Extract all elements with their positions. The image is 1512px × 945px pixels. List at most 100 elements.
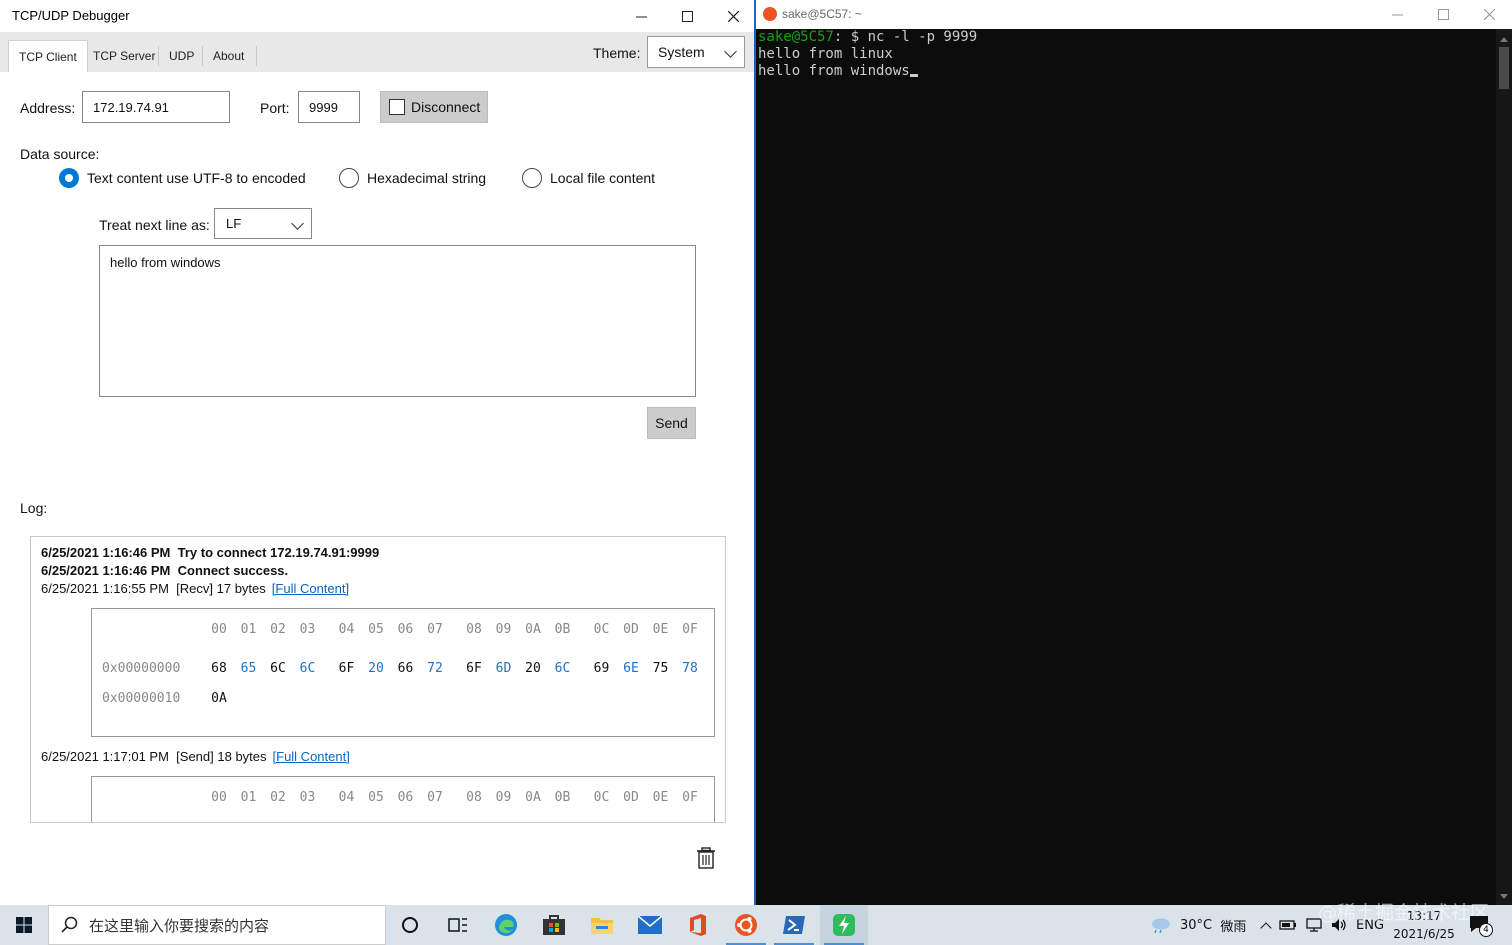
terminal-cursor <box>909 74 918 77</box>
hex-byte: 02 <box>270 790 286 805</box>
terminal-titlebar[interactable]: sake@5C57: ~ <box>756 0 1512 29</box>
battery-icon[interactable] <box>1279 919 1297 931</box>
lightning-app-icon <box>833 914 855 936</box>
taskbar-office[interactable] <box>674 905 722 945</box>
theme-value: System <box>658 44 705 60</box>
scroll-down-icon[interactable] <box>1500 894 1508 899</box>
disconnect-button[interactable]: Disconnect <box>380 91 488 123</box>
next-line-select[interactable]: LF <box>214 208 312 239</box>
hex-byte: 0F <box>682 622 698 637</box>
chevron-up-icon[interactable] <box>1260 921 1272 934</box>
task-view-button[interactable] <box>434 905 482 945</box>
hex-byte: 06 <box>397 790 414 805</box>
terminal-window[interactable]: sake@5C57: ~ sake@5C57: $ nc -l -p 9999 … <box>756 0 1512 905</box>
chevron-down-icon <box>724 45 737 58</box>
hex-byte: 07 <box>427 622 443 637</box>
radio-unselected-icon <box>339 168 359 188</box>
taskbar-powershell[interactable] <box>770 905 818 945</box>
port-label: Port: <box>260 100 290 116</box>
hex-byte: 0B <box>554 790 571 805</box>
maximize-icon <box>1437 9 1449 20</box>
terminal-close-button[interactable] <box>1466 0 1512 29</box>
tab-separator <box>256 46 257 66</box>
watermark: @稀土掘金技术社区 <box>1318 902 1490 924</box>
log-panel[interactable]: 6/25/2021 1:16:46 PM Try to connect 172.… <box>30 536 726 823</box>
tab-strip: TCP Client TCP Server UDP About <box>0 32 754 72</box>
theme-label: Theme: <box>593 45 641 61</box>
hex-byte: 0A <box>211 691 227 706</box>
tab-tcp-server[interactable]: TCP Server <box>83 40 165 72</box>
taskbar-ubuntu[interactable] <box>722 905 770 945</box>
hex-byte: 00 <box>211 790 227 805</box>
log-entry-recv: 6/25/2021 1:16:55 PM [Recv] 17 bytes [Ful… <box>41 581 350 596</box>
log-entry: 6/25/2021 1:16:46 PM Try to connect 172.… <box>41 545 380 560</box>
hex-byte: 0E <box>652 622 669 637</box>
app-title: TCP/UDP Debugger <box>12 8 130 23</box>
app-titlebar[interactable]: TCP/UDP Debugger <box>0 0 754 32</box>
hex-byte: 66 <box>397 661 414 676</box>
content-textarea[interactable]: hello from windows <box>99 245 696 397</box>
theme-select[interactable]: System <box>647 36 745 68</box>
search-icon <box>61 916 78 933</box>
scroll-up-icon[interactable] <box>1500 37 1508 42</box>
task-view-icon <box>448 918 467 932</box>
terminal-title: sake@5C57: ~ <box>782 7 862 21</box>
taskbar-search-box[interactable]: 在这里输入你要搜索的内容 <box>48 905 386 945</box>
edge-icon <box>495 914 517 936</box>
weather-widget[interactable]: 30°C 微雨 <box>1150 905 1246 945</box>
hex-byte: 0E <box>652 790 669 805</box>
hex-byte: 0C <box>593 790 610 805</box>
hex-byte: 04 <box>338 622 355 637</box>
hex-byte: 01 <box>240 790 257 805</box>
hex-byte: 0F <box>682 790 698 805</box>
ubuntu-icon <box>763 7 777 21</box>
maximize-icon <box>681 10 693 22</box>
tab-tcp-client[interactable]: TCP Client <box>8 40 88 72</box>
hex-byte: 06 <box>397 622 414 637</box>
hex-byte: 07 <box>427 790 443 805</box>
terminal-scrollbar[interactable] <box>1496 29 1512 905</box>
hex-byte: 00 <box>211 622 227 637</box>
radio-text-utf8[interactable] <box>59 168 79 188</box>
hex-byte: 0A <box>525 790 541 805</box>
close-button[interactable] <box>710 0 756 32</box>
minimize-button[interactable] <box>618 0 664 32</box>
taskbar-file-explorer[interactable] <box>578 905 626 945</box>
start-button[interactable] <box>0 905 48 945</box>
address-input[interactable]: 172.19.74.91 <box>82 91 230 123</box>
radio-text-utf8-label[interactable]: Text content use UTF-8 to encoded <box>87 170 306 186</box>
hex-byte: 0C <box>593 622 610 637</box>
send-button[interactable]: Send <box>647 407 696 439</box>
log-entry: 6/25/2021 1:16:46 PM Connect success. <box>41 563 289 578</box>
terminal-minimize-button[interactable] <box>1374 0 1420 29</box>
minimize-icon <box>635 16 647 17</box>
hex-byte: 09 <box>495 790 512 805</box>
search-placeholder: 在这里输入你要搜索的内容 <box>89 916 270 935</box>
full-content-link[interactable]: [Full Content] <box>272 581 349 596</box>
radio-hex-string-label[interactable]: Hexadecimal string <box>367 170 486 186</box>
hex-header-row: 00 01 02 03 04 05 06 07 08 09 0A 0B 0C 0D 0E 0F <box>92 790 714 808</box>
tab-about[interactable]: About <box>203 40 254 72</box>
taskbar-edge[interactable] <box>482 905 530 945</box>
taskbar-mail[interactable] <box>626 905 674 945</box>
hex-view-send: 00 01 02 03 04 05 06 07 08 09 0A 0B 0C 0D 0E 0F <box>91 776 715 822</box>
tab-udp[interactable]: UDP <box>159 40 204 72</box>
taskbar-tcp-debugger[interactable] <box>820 905 868 945</box>
taskbar-store[interactable] <box>530 905 578 945</box>
log-entry-send: 6/25/2021 1:17:01 PM [Send] 18 bytes [Ful… <box>41 749 350 764</box>
terminal-maximize-button[interactable] <box>1420 0 1466 29</box>
disconnect-label: Disconnect <box>411 99 481 115</box>
maximize-button[interactable] <box>664 0 710 32</box>
radio-hex-string[interactable] <box>339 168 359 188</box>
next-line-label: Treat next line as: <box>99 217 210 233</box>
notification-button[interactable]: 4 <box>1468 914 1494 937</box>
radio-local-file[interactable] <box>522 168 542 188</box>
radio-selected-icon <box>59 168 79 188</box>
port-input[interactable]: 9999 <box>298 91 360 123</box>
scroll-thumb[interactable] <box>1499 47 1509 89</box>
radio-local-file-label[interactable]: Local file content <box>550 170 655 186</box>
clear-log-button[interactable] <box>696 847 716 869</box>
minimize-icon <box>1391 14 1403 16</box>
cortana-button[interactable] <box>386 905 434 945</box>
full-content-link[interactable]: [Full Content] <box>273 749 350 764</box>
